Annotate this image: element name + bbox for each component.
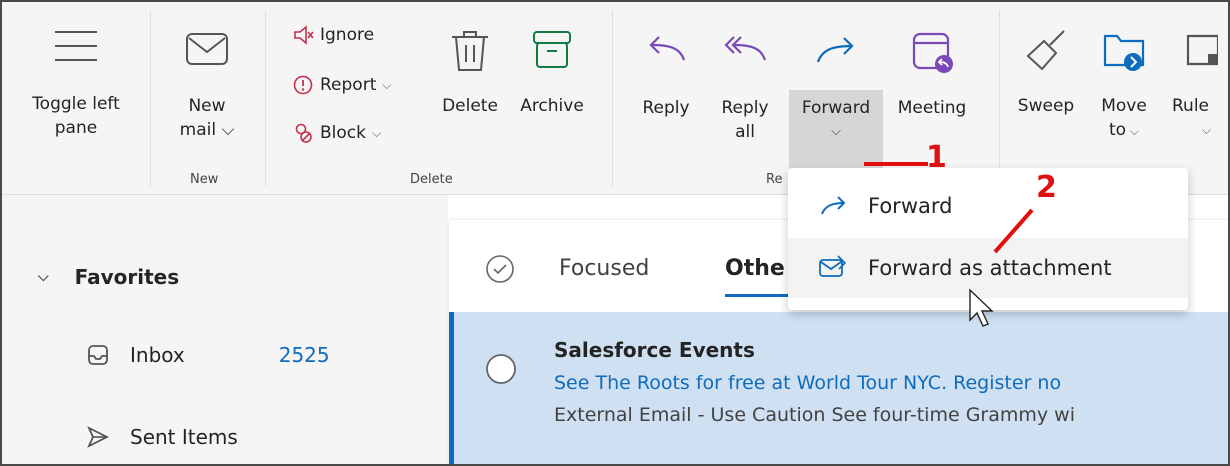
outlook-window: Toggle left pane New mail ⌵ New Ignore R… [0,0,1230,466]
annotation-line-2 [993,208,1034,254]
mouse-cursor-icon [969,288,994,327]
annotation-label-1: 1 [926,140,947,175]
annotation-overlay [864,162,1034,327]
annotation-label-2: 2 [1036,170,1057,205]
